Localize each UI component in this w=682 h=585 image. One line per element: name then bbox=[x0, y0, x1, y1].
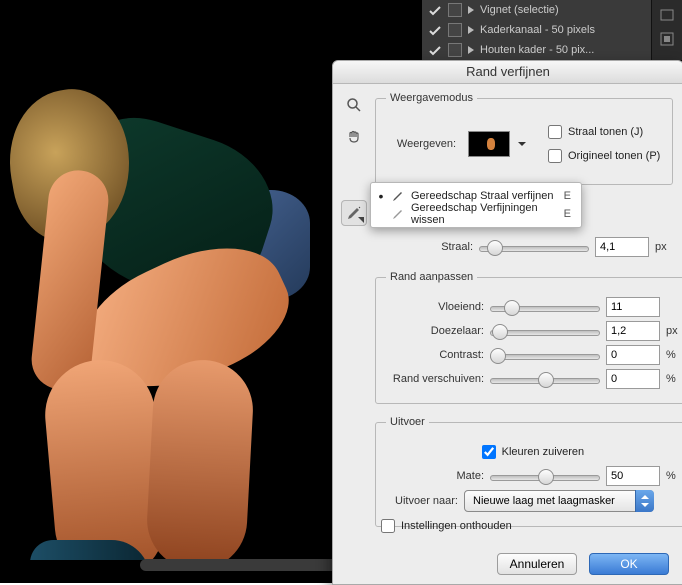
unit-label: px bbox=[666, 325, 678, 337]
unit-label: % bbox=[666, 470, 676, 482]
layers-panel: Vignet (selectie) Kaderkanaal - 50 pixel… bbox=[422, 0, 682, 60]
panel-collapsed-icon[interactable] bbox=[658, 6, 676, 24]
layer-thumb-icon bbox=[448, 23, 462, 37]
remember-settings-row: Instellingen onthouden bbox=[377, 516, 512, 536]
ok-button[interactable]: OK bbox=[589, 553, 669, 575]
group-label: Rand aanpassen bbox=[386, 271, 477, 283]
disclosure-icon[interactable] bbox=[468, 46, 474, 54]
unit-label: px bbox=[655, 241, 667, 253]
popup-item-label: Gereedschap Straal verfijnen bbox=[411, 190, 558, 202]
amount-input[interactable] bbox=[606, 466, 660, 486]
show-radius-label: Straal tonen (J) bbox=[568, 126, 643, 138]
zoom-tool-button[interactable] bbox=[341, 92, 367, 118]
layer-row[interactable]: Vignet (selectie) bbox=[422, 0, 682, 20]
decontaminate-label: Kleuren zuiveren bbox=[502, 446, 585, 458]
disclosure-icon[interactable] bbox=[468, 26, 474, 34]
layer-thumb-icon bbox=[448, 43, 462, 57]
panel-collapsed-icon[interactable] bbox=[658, 30, 676, 48]
layer-thumb-icon bbox=[448, 3, 462, 17]
feather-slider[interactable] bbox=[490, 323, 600, 339]
unit-label: % bbox=[666, 373, 676, 385]
refine-tool-popup[interactable]: Gereedschap Straal verfijnen E Gereedsch… bbox=[370, 182, 582, 228]
chevron-down-icon[interactable] bbox=[518, 142, 526, 146]
remember-settings-checkbox[interactable] bbox=[381, 519, 395, 533]
contrast-input[interactable] bbox=[606, 345, 660, 365]
layer-label: Vignet (selectie) bbox=[480, 4, 676, 16]
smooth-slider[interactable] bbox=[490, 299, 600, 315]
show-original-checkbox[interactable] bbox=[548, 149, 562, 163]
feather-input[interactable] bbox=[606, 321, 660, 341]
popup-item-shortcut: E bbox=[564, 208, 571, 220]
shift-edge-slider[interactable] bbox=[490, 371, 600, 387]
show-radius-checkbox[interactable] bbox=[548, 125, 562, 139]
popup-item-erase-refinements[interactable]: Gereedschap Verfijningen wissen E bbox=[371, 205, 581, 223]
feather-label: Doezelaar: bbox=[386, 325, 490, 337]
amount-slider[interactable] bbox=[490, 468, 600, 484]
contrast-slider[interactable] bbox=[490, 347, 600, 363]
visibility-icon[interactable] bbox=[428, 5, 442, 16]
eraser-brush-icon bbox=[391, 207, 405, 221]
popup-item-label: Gereedschap Verfijningen wissen bbox=[411, 202, 558, 226]
disclosure-icon[interactable] bbox=[468, 6, 474, 14]
refine-brush-tool-button[interactable] bbox=[341, 200, 367, 226]
remember-settings-label: Instellingen onthouden bbox=[401, 520, 512, 532]
visibility-icon[interactable] bbox=[428, 25, 442, 36]
panel-dock bbox=[651, 0, 682, 60]
radius-label: Straal: bbox=[375, 241, 479, 253]
decontaminate-checkbox[interactable] bbox=[482, 445, 496, 459]
contrast-label: Contrast: bbox=[386, 349, 490, 361]
brush-icon bbox=[391, 189, 405, 203]
refine-edge-dialog: Rand verfijnen Weergavemodus Weergeven: … bbox=[332, 60, 682, 585]
layer-label: Houten kader - 50 pix... bbox=[480, 44, 676, 56]
select-stepper-icon[interactable] bbox=[635, 490, 654, 512]
visibility-icon[interactable] bbox=[428, 45, 442, 56]
group-label: Uitvoer bbox=[386, 416, 429, 428]
radius-slider[interactable] bbox=[479, 239, 589, 255]
layer-label: Kaderkanaal - 50 pixels bbox=[480, 24, 676, 36]
adjust-edge-group: Rand aanpassen Vloeiend: Doezelaar: px C… bbox=[375, 271, 682, 404]
shift-edge-input[interactable] bbox=[606, 369, 660, 389]
layer-row[interactable]: Kaderkanaal - 50 pixels bbox=[422, 20, 682, 40]
amount-label: Mate: bbox=[386, 470, 490, 482]
smooth-label: Vloeiend: bbox=[386, 301, 490, 313]
view-label: Weergeven: bbox=[386, 138, 462, 150]
view-mode-group: Weergavemodus Weergeven: Straal tonen (J… bbox=[375, 92, 673, 185]
dialog-title[interactable]: Rand verfijnen bbox=[333, 61, 682, 84]
output-group: Uitvoer Kleuren zuiveren Mate: % Uitvoer… bbox=[375, 416, 682, 527]
output-to-label: Uitvoer naar: bbox=[386, 495, 464, 507]
output-to-select[interactable]: Nieuwe laag met laagmasker bbox=[464, 490, 654, 512]
cancel-button[interactable]: Annuleren bbox=[497, 553, 577, 575]
cutout-figure bbox=[0, 60, 325, 560]
smooth-input[interactable] bbox=[606, 297, 660, 317]
view-mode-swatch[interactable] bbox=[468, 131, 510, 157]
radius-input[interactable] bbox=[595, 237, 649, 257]
shift-edge-label: Rand verschuiven: bbox=[386, 373, 490, 385]
group-label: Weergavemodus bbox=[386, 92, 477, 104]
unit-label: % bbox=[666, 349, 676, 361]
show-original-label: Origineel tonen (P) bbox=[568, 150, 660, 162]
hand-tool-button[interactable] bbox=[341, 124, 367, 150]
document-canvas[interactable] bbox=[0, 0, 325, 560]
layer-row[interactable]: Houten kader - 50 pix... bbox=[422, 40, 682, 60]
popup-item-shortcut: E bbox=[564, 190, 571, 202]
